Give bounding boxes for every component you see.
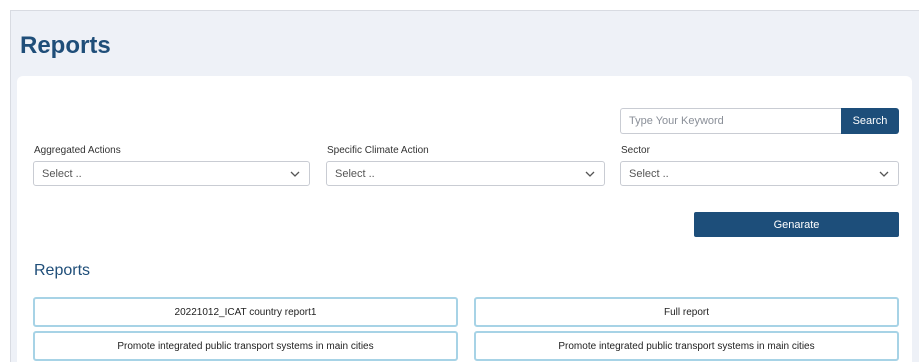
report-item[interactable]: Promote integrated public transport syst… (474, 331, 899, 361)
reports-section-title: Reports (34, 262, 91, 279)
aggregated-actions-select[interactable]: Select .. (33, 161, 310, 186)
sector-label: Sector (621, 145, 650, 156)
specific-climate-action-select[interactable]: Select .. (326, 161, 605, 186)
aggregated-actions-value: Select .. (42, 167, 82, 180)
chevron-down-icon (290, 171, 300, 177)
search-button[interactable]: Search (841, 108, 899, 134)
chevron-down-icon (879, 171, 889, 177)
specific-climate-action-label: Specific Climate Action (327, 145, 429, 156)
page-title: Reports (20, 32, 111, 59)
aggregated-actions-label: Aggregated Actions (34, 145, 121, 156)
sector-select[interactable]: Select .. (620, 161, 899, 186)
sector-value: Select .. (629, 167, 669, 180)
report-item[interactable]: 20221012_ICAT country report1 (33, 297, 458, 327)
report-item[interactable]: Full report (474, 297, 899, 327)
generate-button[interactable]: Genarate (694, 212, 899, 237)
search-bar: Search (620, 108, 899, 134)
specific-climate-action-value: Select .. (335, 167, 375, 180)
chevron-down-icon (585, 171, 595, 177)
search-input[interactable] (620, 108, 841, 134)
report-item[interactable]: Promote integrated public transport syst… (33, 331, 458, 361)
